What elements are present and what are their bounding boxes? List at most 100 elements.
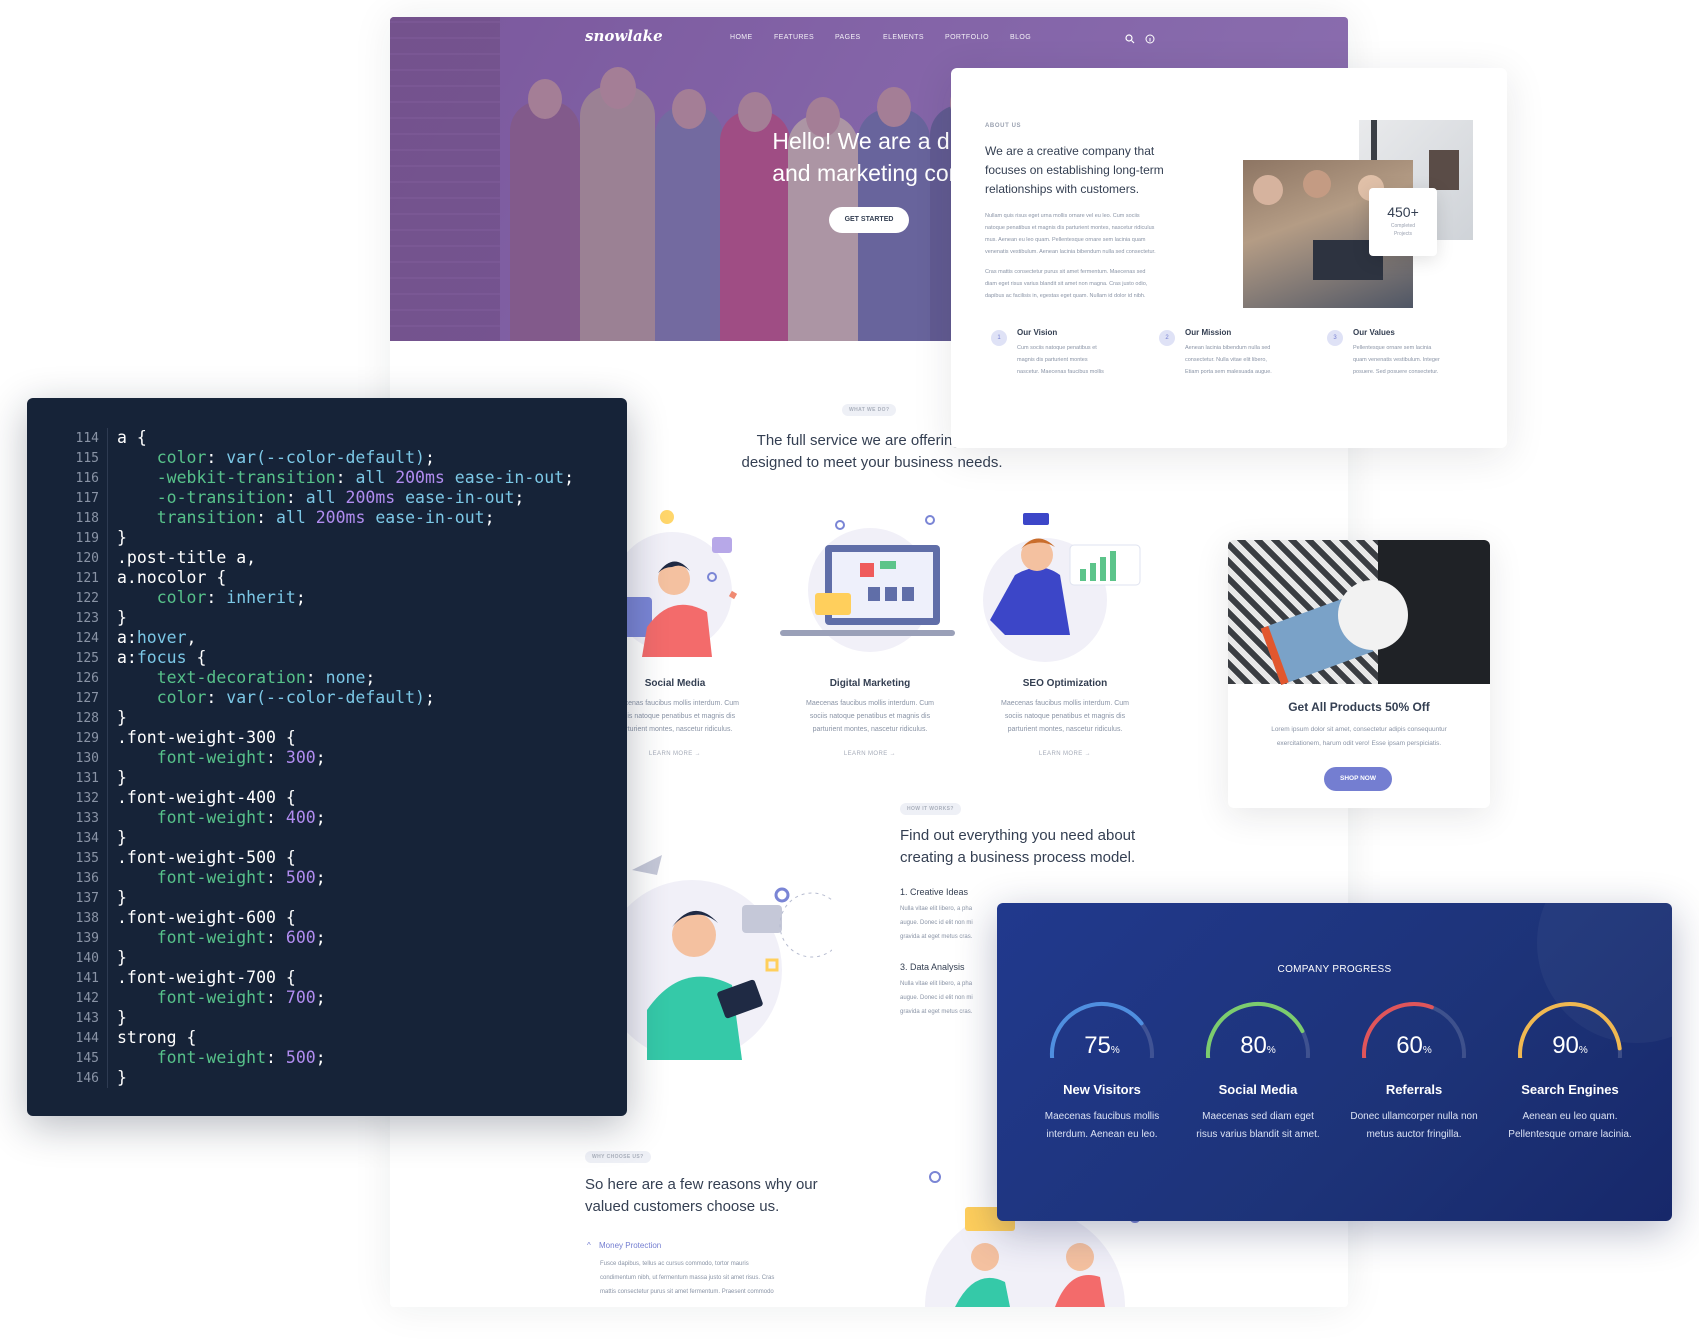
code-line: .font-weight-400 {: [117, 788, 296, 807]
code-line: font-weight: 400;: [156, 808, 326, 827]
item-text: Cum sociis natoque penatibus et magnis d…: [1017, 342, 1137, 378]
about-eyebrow: ABOUT US: [985, 123, 1022, 129]
process-heading: Find out everything you need about creat…: [900, 825, 1200, 869]
about-paragraph: Nullam quis risus eget urna mollis ornar…: [985, 210, 1215, 258]
service-text-line: Maecenas faucibus mollis interdum. Cum: [806, 700, 934, 707]
line-number: 121: [75, 571, 99, 586]
get-started-button[interactable]: GET STARTED: [829, 207, 909, 233]
progress-desc-line: Maecenas sed diam eget: [1202, 1111, 1314, 1122]
code-line: }: [117, 888, 127, 907]
process-step-title: 3. Data Analysis: [900, 962, 965, 972]
learn-more-link[interactable]: LEARN MORE →: [980, 751, 1150, 757]
progress-desc-line: Donec ullamcorper nulla non: [1350, 1111, 1478, 1122]
progress-desc-line: interdum. Aenean eu leo.: [1046, 1129, 1158, 1140]
accordion-header[interactable]: ^ Money Protection: [587, 1241, 661, 1250]
line-number: 146: [75, 1071, 99, 1086]
item-text-line: Pellentesque ornare sem lacinia: [1353, 345, 1432, 351]
code-line: text-decoration: none;: [156, 668, 376, 687]
line-number: 140: [75, 951, 99, 966]
line-number: 136: [75, 871, 99, 886]
section-eyebrow: HOW IT WORKS?: [900, 803, 961, 815]
service-text-line: Maecenas faucibus mollis interdum. Cum: [1001, 700, 1129, 707]
digital-marketing-illustration: [780, 515, 955, 652]
stat-label-line: Completed: [1390, 223, 1416, 229]
service-text-line: parturient montes, nascetur ridiculus.: [1007, 726, 1123, 733]
item-title: Our Mission: [1185, 328, 1232, 337]
line-number: 144: [75, 1031, 99, 1046]
nav-blog[interactable]: BLOG: [1010, 34, 1031, 41]
process-step-line: gravida at eget metus cras.: [900, 1009, 973, 1015]
info-icon[interactable]: [1145, 34, 1155, 44]
progress-value: 80%: [1180, 1032, 1336, 1060]
code-line: font-weight: 600;: [156, 928, 326, 947]
line-number: 114: [75, 431, 99, 446]
code-line: }: [117, 948, 127, 967]
item-number-badge: 1: [991, 330, 1007, 346]
service-text-line: parturient montes, nascetur ridiculus.: [812, 726, 928, 733]
progress-label: Search Engines: [1521, 1082, 1619, 1097]
code-line: .font-weight-500 {: [117, 848, 296, 867]
line-number: 119: [75, 531, 99, 546]
shop-now-button[interactable]: SHOP NOW: [1324, 767, 1392, 791]
service-text: Maecenas faucibus mollis interdum. Cum s…: [785, 697, 955, 736]
stat-label: Completed Projects: [1369, 222, 1437, 238]
progress-label: New Visitors: [1063, 1082, 1141, 1097]
nav-pages[interactable]: PAGES: [835, 34, 861, 41]
why-heading-line: So here are a few reasons why our: [585, 1176, 818, 1193]
code-line: .font-weight-700 {: [117, 968, 296, 987]
nav-home[interactable]: HOME: [730, 34, 753, 41]
item-number-badge: 2: [1159, 330, 1175, 346]
process-step-line: Nulla vitae elit libero, a pha: [900, 906, 973, 912]
line-number: 117: [75, 491, 99, 506]
services-heading-line: designed to meet your business needs.: [741, 454, 1003, 471]
line-number: 132: [75, 791, 99, 806]
process-step-line: gravida at eget metus cras.: [900, 934, 973, 940]
promo-text: Lorem ipsum dolor sit amet, consectetur …: [1228, 723, 1490, 751]
about-heading-line: We are a creative company that: [985, 144, 1155, 158]
nav-features[interactable]: FEATURES: [774, 34, 814, 41]
line-number: 145: [75, 1051, 99, 1066]
progress-unit: %: [1578, 1045, 1588, 1056]
line-number: 134: [75, 831, 99, 846]
service-text-line: sociis natoque penatibus et magnis dis: [1004, 713, 1126, 720]
learn-more-link[interactable]: LEARN MORE →: [785, 751, 955, 757]
progress-unit: %: [1266, 1045, 1276, 1056]
code-line: }: [117, 528, 127, 547]
progress-desc-line: risus varius blandit sit amet.: [1196, 1129, 1320, 1140]
about-paragraph-line: dapibus ac facilisis in, egestas eget qu…: [985, 293, 1146, 299]
line-number: 127: [75, 691, 99, 706]
search-icon[interactable]: [1125, 34, 1135, 44]
item-text-line: Aenean lacinia bibendum nulla sed: [1185, 345, 1271, 351]
process-step-title: 1. Creative Ideas: [900, 887, 969, 897]
item-text: Aenean lacinia bibendum nulla sed consec…: [1185, 342, 1305, 378]
line-number: 124: [75, 631, 99, 646]
progress-number: 60: [1396, 1032, 1423, 1059]
why-heading: So here are a few reasons why our valued…: [585, 1174, 905, 1218]
progress-desc-line: metus auctor fringilla.: [1366, 1129, 1462, 1140]
item-title: Our Values: [1353, 328, 1395, 337]
item-text-line: quam venenatis vestibulum. Integer: [1353, 357, 1440, 363]
code-line: -webkit-transition: all 200ms ease-in-ou…: [156, 468, 575, 487]
item-text-line: nascetur. Maecenas faucibus mollis: [1017, 369, 1104, 375]
code-line: font-weight: 300;: [156, 748, 326, 767]
line-number: 139: [75, 931, 99, 946]
progress-desc-line: Maecenas faucibus mollis: [1044, 1111, 1160, 1122]
accordion-title: Money Protection: [599, 1241, 662, 1250]
nav-portfolio[interactable]: PORTFOLIO: [945, 34, 989, 41]
code-editor: 114 a {115 color: var(--color-default); 11…: [27, 398, 627, 1116]
line-number: 123: [75, 611, 99, 626]
service-text: Maecenas faucibus mollis interdum. Cum s…: [980, 697, 1150, 736]
promo-title: Get All Products 50% Off: [1288, 700, 1430, 714]
service-title-digital-marketing: Digital Marketing: [829, 678, 911, 689]
site-logo[interactable]: snowlake: [585, 27, 663, 45]
social-media-illustration: [612, 510, 738, 657]
line-number: 131: [75, 771, 99, 786]
about-card: ABOUT US We are a creative company that …: [951, 68, 1507, 448]
process-heading-line: Find out everything you need about: [900, 827, 1136, 844]
line-number: 143: [75, 1011, 99, 1026]
about-paragraph-line: venenatis vestibulum. Aenean lacinia bib…: [985, 249, 1156, 255]
why-heading-line: valued customers choose us.: [585, 1198, 780, 1215]
nav-elements[interactable]: ELEMENTS: [883, 34, 924, 41]
code-line: }: [117, 1068, 127, 1087]
about-paragraph-line: mus. Aenean eu leo quam. Pellentesque or…: [985, 237, 1146, 243]
